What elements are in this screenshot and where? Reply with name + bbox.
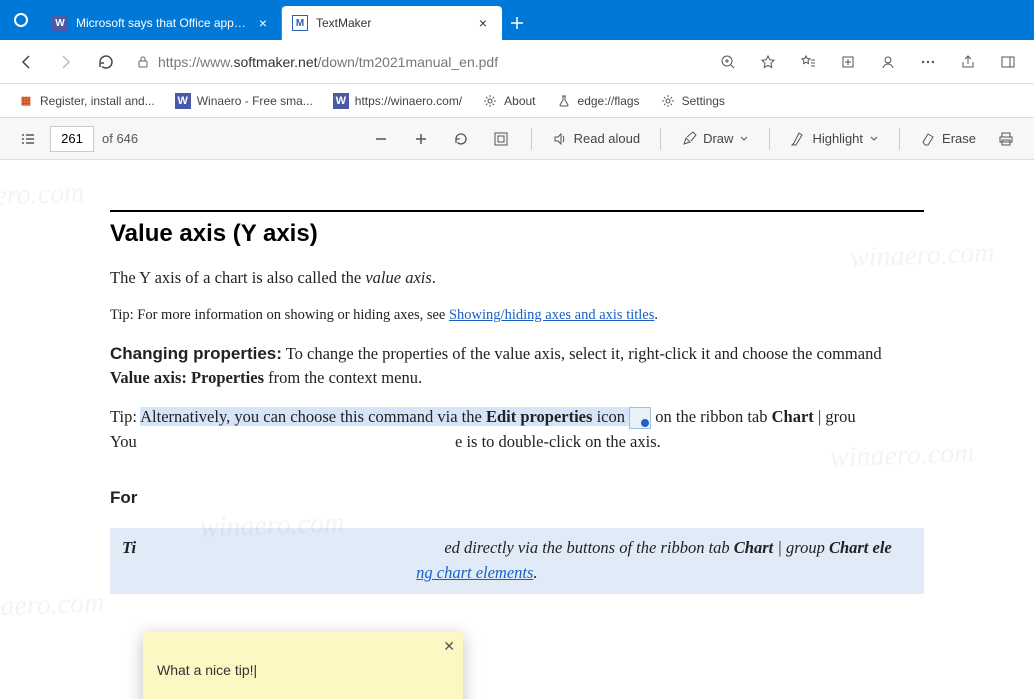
favorites-list-button[interactable]: [790, 44, 826, 80]
zoom-icon[interactable]: [710, 44, 746, 80]
fit-page-button[interactable]: [483, 121, 519, 157]
gear-icon: [482, 93, 498, 109]
erase-label: Erase: [942, 131, 976, 146]
close-icon[interactable]: ×: [475, 15, 491, 31]
doc-paragraph: The Y axis of a chart is also called the…: [110, 266, 924, 291]
tab-title: TextMaker: [316, 16, 467, 30]
chevron-down-icon: [869, 134, 879, 144]
site-icon: W: [333, 93, 349, 109]
bookmark-item[interactable]: edge://flags: [548, 89, 648, 113]
sidebar-button[interactable]: [990, 44, 1026, 80]
doc-link[interactable]: ng chart elements: [416, 563, 533, 582]
bookmark-label: https://winaero.com/: [355, 94, 462, 108]
doc-tip: Tip: For more information on showing or …: [110, 305, 924, 327]
erase-button[interactable]: Erase: [912, 127, 984, 151]
bookmark-label: edge://flags: [578, 94, 640, 108]
profile-button[interactable]: [870, 44, 906, 80]
bookmark-item[interactable]: W https://winaero.com/: [325, 89, 470, 113]
annotation-note[interactable]: ✕ What a nice tip!|: [143, 632, 463, 699]
favicon-icon: M: [292, 15, 308, 31]
lock-icon: [136, 55, 150, 69]
tab-inactive-1[interactable]: W Microsoft says that Office apps ... ×: [42, 6, 282, 40]
refresh-button[interactable]: [88, 44, 124, 80]
page-number-input[interactable]: [50, 126, 94, 152]
browser-titlebar: W Microsoft says that Office apps ... × …: [0, 0, 1034, 40]
note-text-input[interactable]: What a nice tip!|: [143, 632, 463, 699]
tab-title: Microsoft says that Office apps ...: [76, 16, 247, 30]
url-text: https://www.softmaker.net/down/tm2021man…: [158, 54, 698, 70]
bookmark-item[interactable]: ▦ Register, install and...: [10, 89, 163, 113]
gear-icon: [660, 93, 676, 109]
highlight-button[interactable]: Highlight: [782, 127, 887, 151]
bookmark-label: Settings: [682, 94, 725, 108]
close-icon[interactable]: ✕: [443, 638, 455, 655]
bookmark-item[interactable]: Settings: [652, 89, 733, 113]
draw-label: Draw: [703, 131, 733, 146]
zoom-out-button[interactable]: [363, 121, 399, 157]
close-icon[interactable]: ×: [255, 15, 271, 31]
print-button[interactable]: [988, 121, 1024, 157]
favicon-icon: W: [52, 15, 68, 31]
doc-heading: Value axis (Y axis): [110, 220, 924, 248]
doc-link[interactable]: Showing/hiding axes and axis titles: [449, 307, 654, 323]
site-icon: W: [175, 93, 191, 109]
zoom-in-button[interactable]: [403, 121, 439, 157]
contents-button[interactable]: [10, 121, 46, 157]
url-input[interactable]: https://www.softmaker.net/down/tm2021man…: [128, 46, 706, 78]
edit-properties-icon: [629, 407, 651, 429]
highlight-label: Highlight: [812, 131, 863, 146]
collections-button[interactable]: [830, 44, 866, 80]
address-bar: https://www.softmaker.net/down/tm2021man…: [0, 40, 1034, 84]
bookmark-item[interactable]: About: [474, 89, 543, 113]
window-icon: [0, 0, 42, 40]
watermark: winaero.com: [0, 177, 85, 214]
read-aloud-button[interactable]: Read aloud: [544, 127, 649, 151]
draw-button[interactable]: Draw: [673, 127, 757, 151]
bookmark-label: Register, install and...: [40, 94, 155, 108]
pdf-page: winaero.com winaero.com winaero.com wina…: [0, 160, 1034, 699]
back-button[interactable]: [8, 44, 44, 80]
share-button[interactable]: [950, 44, 986, 80]
tab-active[interactable]: M TextMaker ×: [282, 6, 502, 40]
favorite-button[interactable]: [750, 44, 786, 80]
rotate-button[interactable]: [443, 121, 479, 157]
bookmarks-bar: ▦ Register, install and... W Winaero - F…: [0, 84, 1034, 118]
pdf-toolbar: of 646 Read aloud Draw Highlight Erase: [0, 118, 1034, 160]
doc-note-box: Ti ed directly via the buttons of the ri…: [110, 528, 924, 594]
watermark: winaero.com: [0, 587, 105, 624]
document-viewport[interactable]: winaero.com winaero.com winaero.com wina…: [0, 160, 1034, 699]
doc-paragraph: For: [110, 485, 924, 511]
doc-paragraph: Tip: Alternatively, you can choose this …: [110, 405, 924, 455]
new-tab-button[interactable]: [502, 6, 532, 40]
menu-button[interactable]: [910, 44, 946, 80]
bookmark-item[interactable]: W Winaero - Free sma...: [167, 89, 321, 113]
read-aloud-label: Read aloud: [574, 131, 641, 146]
page-total-label: of 646: [98, 131, 142, 146]
flask-icon: [556, 93, 572, 109]
forward-button: [48, 44, 84, 80]
chevron-down-icon: [739, 134, 749, 144]
bookmark-label: Winaero - Free sma...: [197, 94, 313, 108]
grid-icon: ▦: [18, 93, 34, 109]
doc-paragraph: Changing properties: To change the prope…: [110, 341, 924, 392]
bookmark-label: About: [504, 94, 535, 108]
